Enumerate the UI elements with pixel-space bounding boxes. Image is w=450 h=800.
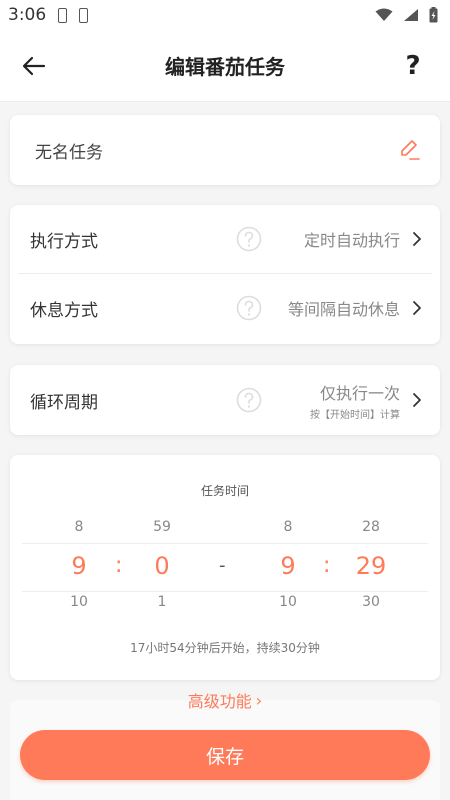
time-summary-note: 17小时54分钟后开始，持续30分钟 bbox=[130, 641, 320, 655]
chevron-right-icon: › bbox=[255, 690, 263, 710]
advanced-features-link[interactable]: 高级功能 › bbox=[0, 688, 450, 712]
start-minute-prev: 59 bbox=[153, 519, 171, 535]
start-hour-prev: 8 bbox=[74, 519, 84, 535]
cycle-row[interactable]: 循环周期 仅执行一次 按【开始时间】计算 bbox=[10, 365, 440, 435]
end-minute-picker[interactable]: 28 29 30 bbox=[346, 519, 396, 610]
start-hour-picker[interactable]: 8 9 10 bbox=[54, 519, 104, 610]
sim-card-icon bbox=[79, 7, 89, 23]
end-hour-picker[interactable]: 8 9 10 bbox=[263, 519, 313, 610]
cycle-label: 循环周期 bbox=[30, 392, 98, 413]
header: 编辑番茄任务 ? bbox=[0, 30, 450, 102]
help-button[interactable]: ? bbox=[398, 51, 428, 81]
cycle-card: 循环周期 仅执行一次 按【开始时间】计算 bbox=[10, 365, 440, 435]
question-circle-icon[interactable] bbox=[236, 295, 262, 321]
rest-mode-label: 休息方式 bbox=[30, 300, 98, 321]
start-hour-value: 9 bbox=[71, 552, 87, 580]
chevron-right-icon bbox=[413, 393, 421, 407]
sim-card-icon bbox=[58, 7, 68, 23]
end-minute-next: 30 bbox=[362, 594, 380, 610]
rest-mode-row[interactable]: 休息方式 等间隔自动休息 bbox=[10, 274, 440, 342]
chevron-right-icon bbox=[413, 232, 421, 246]
status-right bbox=[375, 7, 438, 23]
chevron-right-icon bbox=[413, 301, 421, 315]
edit-pencil-icon[interactable] bbox=[398, 139, 420, 161]
task-time-title: 任务时间 bbox=[200, 484, 249, 498]
start-minute-picker[interactable]: 59 0 1 bbox=[137, 519, 187, 610]
start-hour-next: 10 bbox=[70, 594, 88, 610]
cycle-subtext: 按【开始时间】计算 bbox=[310, 409, 400, 421]
execution-mode-label: 执行方式 bbox=[30, 231, 98, 252]
start-minute-value: 0 bbox=[154, 552, 170, 580]
start-time-separator: : bbox=[115, 553, 123, 578]
save-button[interactable]: 保存 bbox=[20, 730, 430, 780]
status-left: 3:06 bbox=[8, 5, 89, 25]
mode-settings-card: 执行方式 定时自动执行 休息方式 等间隔自动休息 bbox=[10, 205, 440, 344]
task-time-card: 任务时间 8 9 10 : 59 0 1 - 8 9 10 : 28 29 30… bbox=[10, 455, 440, 680]
signal-icon bbox=[404, 9, 418, 21]
end-hour-next: 10 bbox=[279, 594, 297, 610]
end-time-separator: : bbox=[323, 553, 331, 578]
wifi-icon bbox=[375, 8, 393, 21]
advanced-features-label: 高级功能 bbox=[187, 692, 252, 711]
status-bar: 3:06 bbox=[0, 0, 450, 30]
end-hour-prev: 8 bbox=[283, 519, 293, 535]
status-time: 3:06 bbox=[8, 5, 47, 25]
execution-mode-value: 定时自动执行 bbox=[303, 231, 400, 250]
end-minute-prev: 28 bbox=[362, 519, 380, 535]
end-hour-value: 9 bbox=[280, 552, 296, 580]
question-circle-icon[interactable] bbox=[236, 226, 262, 252]
question-circle-icon[interactable] bbox=[236, 387, 262, 413]
end-minute-value: 29 bbox=[355, 552, 387, 580]
task-name-card[interactable]: 无名任务 bbox=[10, 115, 440, 185]
battery-icon bbox=[429, 7, 438, 23]
task-name: 无名任务 bbox=[35, 142, 103, 163]
cycle-value-group: 仅执行一次 按【开始时间】计算 bbox=[310, 380, 400, 421]
rest-mode-value: 等间隔自动休息 bbox=[287, 300, 400, 319]
back-arrow-icon bbox=[22, 56, 46, 75]
page-title: 编辑番茄任务 bbox=[165, 55, 285, 79]
start-minute-next: 1 bbox=[157, 594, 167, 610]
time-range-dash: - bbox=[219, 555, 226, 576]
cycle-value: 仅执行一次 bbox=[319, 383, 400, 403]
execution-mode-row[interactable]: 执行方式 定时自动执行 bbox=[10, 205, 440, 273]
back-button[interactable] bbox=[22, 51, 52, 81]
